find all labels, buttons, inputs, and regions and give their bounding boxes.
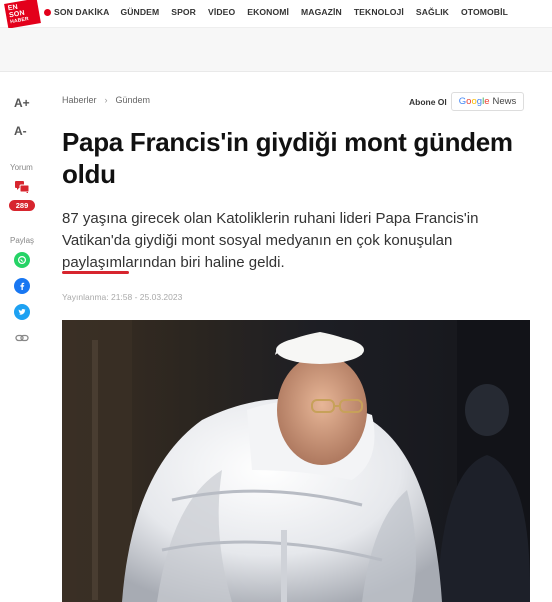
nav-item-video[interactable]: VİDEO [208,7,235,17]
breadcrumb-gundem[interactable]: Gündem [116,95,151,105]
link-icon[interactable] [14,330,30,346]
comments-icon[interactable] [15,181,29,193]
font-increase-button[interactable]: A+ [14,96,30,110]
whatsapp-icon[interactable] [14,252,30,268]
news-label: News [492,96,517,107]
nav-item-label: SON DAKİKA [54,7,110,17]
nav-item-otomobil[interactable]: OTOMOBİL [461,7,508,17]
google-wordmark: Google [458,96,490,107]
site-logo[interactable]: EN SON HABER [4,0,41,29]
google-news-follow: Abone Ol Google News [409,92,525,111]
article-headline: Papa Francis'in giydiği mont gündem oldu [62,127,513,189]
breadcrumb: Haberler › Gündem [62,95,150,105]
nav-item-gundem[interactable]: GÜNDEM [120,7,159,17]
publish-date: Yayınlanma: 21:58 - 25.03.2023 [62,292,183,302]
nav-item-teknoloji[interactable]: TEKNOLOJİ [354,7,404,17]
share-label: Paylaş [10,236,35,245]
comments-count-badge[interactable]: 289 [9,200,35,211]
nav-item-ekonomi[interactable]: EKONOMİ [247,7,289,17]
live-dot-icon [44,8,51,16]
main-menu: SON DAKİKA GÜNDEM SPOR VİDEO EKONOMİ MAG… [44,7,520,17]
ad-band [0,28,552,72]
follow-label: Abone Ol [409,96,447,107]
hero-illustration [62,320,530,602]
top-navbar: EN SON HABER SON DAKİKA GÜNDEM SPOR VİDE… [0,0,552,29]
nav-item-saglik[interactable]: SAĞLIK [416,7,449,17]
chevron-right-icon: › [104,95,108,105]
article-summary: 87 yaşına girecek olan Katoliklerin ruha… [62,210,479,271]
nav-item-magazin[interactable]: MAGAZİN [301,7,342,17]
article-hero-image[interactable] [62,320,530,602]
comments-label: Yorum [10,163,33,172]
breadcrumb-haberler[interactable]: Haberler [62,95,97,105]
nav-item-son-dakika[interactable]: SON DAKİKA [44,7,109,17]
twitter-icon[interactable] [14,304,30,320]
nav-item-spor[interactable]: SPOR [171,7,196,17]
facebook-icon[interactable] [14,278,30,294]
summary-underline [62,271,129,274]
font-decrease-button[interactable]: A- [14,124,27,138]
google-news-button[interactable]: Google News [450,92,525,111]
